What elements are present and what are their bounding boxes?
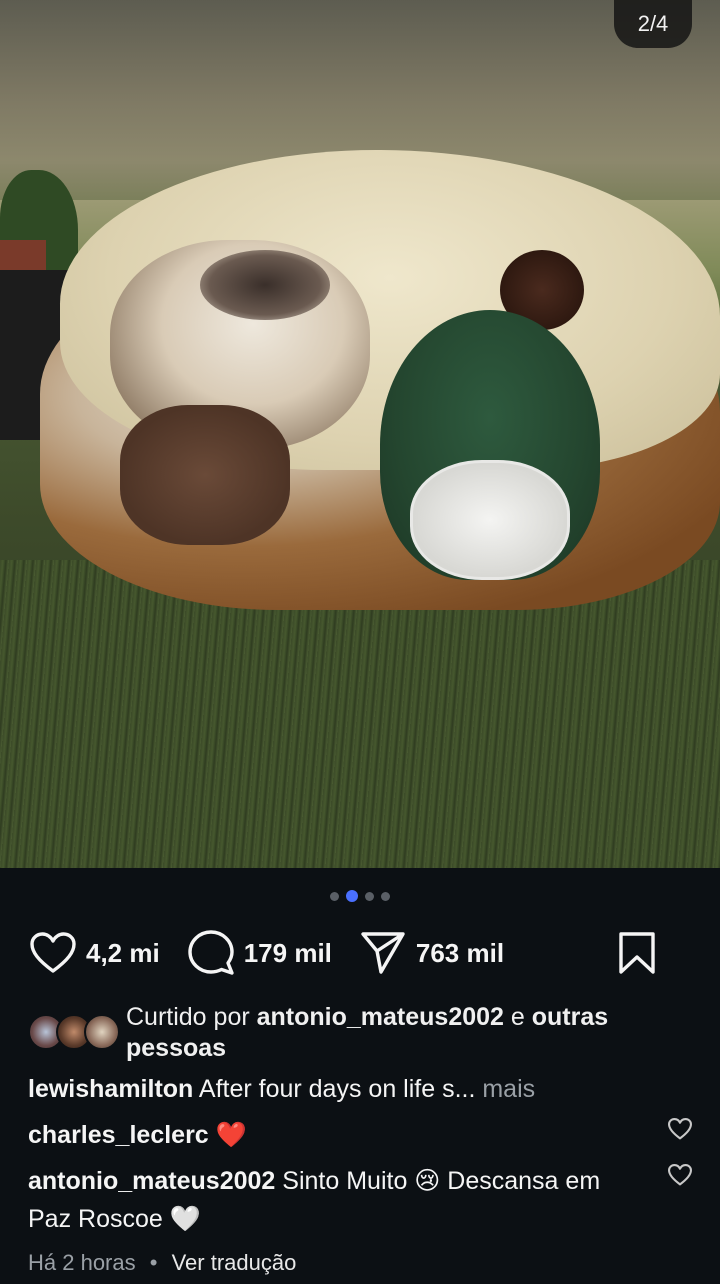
comment-content: antonio_mateus2002 Sinto Muito 😢 Descans…: [28, 1162, 640, 1238]
send-icon: [361, 932, 405, 974]
heart-icon: [30, 932, 76, 973]
share-count: 763 mil: [415, 937, 505, 968]
avatar: [84, 1014, 120, 1050]
photo-hand: [120, 405, 290, 545]
carousel-dots: [0, 890, 720, 902]
liked-by-text: Curtido por antonio_mateus2002 e outras …: [126, 1002, 680, 1064]
comment-button[interactable]: 179 mil: [188, 930, 332, 976]
share-button[interactable]: 763 mil: [360, 931, 504, 975]
comment-content: charles_leclerc ❤️: [28, 1116, 640, 1154]
comment-username[interactable]: antonio_mateus2002: [28, 1167, 275, 1195]
comment-icon: [188, 930, 234, 975]
comment-item: charles_leclerc ❤️: [28, 1116, 692, 1154]
comment-like-icon[interactable]: [668, 1118, 692, 1140]
carousel-dot-active: [346, 890, 358, 902]
liked-by-row[interactable]: Curtido por antonio_mateus2002 e outras …: [28, 1002, 680, 1064]
liked-by-prefix: Curtido por: [126, 1003, 250, 1031]
comment-item: antonio_mateus2002 Sinto Muito 😢 Descans…: [28, 1162, 692, 1238]
action-bar: 4,2 mi 179 mil 763 mil: [30, 925, 684, 981]
like-count: 4,2 mi: [86, 937, 160, 968]
liked-by-avatars: [28, 1010, 120, 1050]
liked-by-conj: e: [510, 1003, 525, 1031]
carousel-dot: [330, 891, 339, 901]
translate-link[interactable]: Ver tradução: [172, 1250, 297, 1275]
comment-count: 179 mil: [243, 937, 332, 968]
comment-like-icon[interactable]: [668, 1164, 692, 1186]
post-timestamp: Há 2 horas: [28, 1250, 136, 1275]
caption-username[interactable]: lewishamilton: [28, 1075, 193, 1103]
like-button[interactable]: 4,2 mi: [30, 932, 160, 974]
comment-username[interactable]: charles_leclerc: [28, 1121, 209, 1149]
carousel-counter-text: 2/4: [637, 11, 669, 36]
carousel-dot: [365, 891, 374, 901]
post-caption: lewishamilton After four days on life s.…: [28, 1072, 680, 1106]
save-button[interactable]: [618, 931, 656, 975]
caption-text: After four days on life s...: [198, 1075, 476, 1103]
carousel-dot: [381, 891, 390, 901]
photo-cap-front: [410, 460, 570, 580]
post-photo[interactable]: [0, 0, 720, 868]
post-meta: Há 2 horas • Ver tradução: [28, 1250, 296, 1276]
liked-by-user[interactable]: antonio_mateus2002: [257, 1003, 504, 1031]
comment-text: ❤️: [215, 1121, 247, 1149]
bookmark-icon: [619, 932, 655, 974]
meta-separator: •: [149, 1250, 158, 1275]
carousel-counter: 2/4: [614, 0, 692, 48]
caption-more-link[interactable]: mais: [482, 1075, 535, 1103]
photo-dog-muzzle: [200, 250, 330, 320]
